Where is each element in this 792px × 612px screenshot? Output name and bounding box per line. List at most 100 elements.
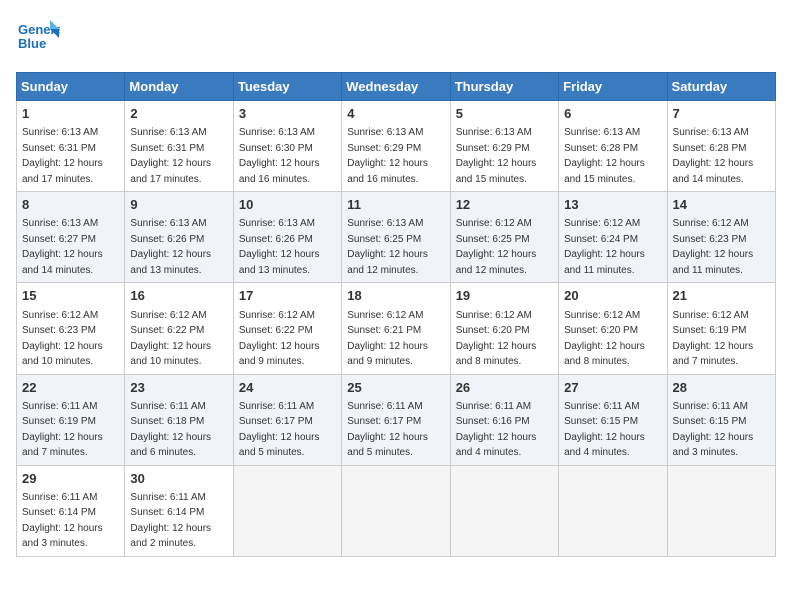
day-info: Sunrise: 6:11 AMSunset: 6:15 PMDaylight:… [673, 401, 754, 459]
col-header-monday: Monday [125, 73, 233, 101]
day-info: Sunrise: 6:13 AMSunset: 6:31 PMDaylight:… [130, 127, 211, 185]
calendar-table: SundayMondayTuesdayWednesdayThursdayFrid… [16, 72, 776, 557]
day-number: 6 [564, 105, 661, 123]
day-info: Sunrise: 6:13 AMSunset: 6:29 PMDaylight:… [347, 127, 428, 185]
day-number: 5 [456, 105, 553, 123]
col-header-sunday: Sunday [17, 73, 125, 101]
calendar-week-4: 29 Sunrise: 6:11 AMSunset: 6:14 PMDaylig… [17, 465, 776, 556]
day-number: 1 [22, 105, 119, 123]
calendar-cell: 14 Sunrise: 6:12 AMSunset: 6:23 PMDaylig… [667, 192, 775, 283]
calendar-cell: 12 Sunrise: 6:12 AMSunset: 6:25 PMDaylig… [450, 192, 558, 283]
day-info: Sunrise: 6:13 AMSunset: 6:31 PMDaylight:… [22, 127, 103, 185]
day-number: 28 [673, 379, 770, 397]
day-number: 12 [456, 196, 553, 214]
calendar-cell [233, 465, 341, 556]
day-info: Sunrise: 6:13 AMSunset: 6:26 PMDaylight:… [130, 218, 211, 276]
day-number: 20 [564, 287, 661, 305]
logo-svg: General Blue [16, 16, 60, 60]
day-info: Sunrise: 6:12 AMSunset: 6:20 PMDaylight:… [564, 310, 645, 368]
day-number: 8 [22, 196, 119, 214]
svg-text:Blue: Blue [18, 36, 46, 51]
day-number: 24 [239, 379, 336, 397]
day-info: Sunrise: 6:11 AMSunset: 6:16 PMDaylight:… [456, 401, 537, 459]
calendar-cell: 20 Sunrise: 6:12 AMSunset: 6:20 PMDaylig… [559, 283, 667, 374]
day-info: Sunrise: 6:12 AMSunset: 6:25 PMDaylight:… [456, 218, 537, 276]
calendar-cell: 15 Sunrise: 6:12 AMSunset: 6:23 PMDaylig… [17, 283, 125, 374]
calendar-cell: 16 Sunrise: 6:12 AMSunset: 6:22 PMDaylig… [125, 283, 233, 374]
day-info: Sunrise: 6:11 AMSunset: 6:18 PMDaylight:… [130, 401, 211, 459]
day-number: 16 [130, 287, 227, 305]
day-number: 13 [564, 196, 661, 214]
calendar-week-3: 22 Sunrise: 6:11 AMSunset: 6:19 PMDaylig… [17, 374, 776, 465]
col-header-wednesday: Wednesday [342, 73, 450, 101]
day-number: 2 [130, 105, 227, 123]
day-number: 4 [347, 105, 444, 123]
calendar-cell: 11 Sunrise: 6:13 AMSunset: 6:25 PMDaylig… [342, 192, 450, 283]
day-number: 30 [130, 470, 227, 488]
calendar-cell: 18 Sunrise: 6:12 AMSunset: 6:21 PMDaylig… [342, 283, 450, 374]
calendar-header-row: SundayMondayTuesdayWednesdayThursdayFrid… [17, 73, 776, 101]
day-info: Sunrise: 6:11 AMSunset: 6:14 PMDaylight:… [130, 492, 211, 550]
calendar-cell: 24 Sunrise: 6:11 AMSunset: 6:17 PMDaylig… [233, 374, 341, 465]
day-info: Sunrise: 6:12 AMSunset: 6:23 PMDaylight:… [673, 218, 754, 276]
day-number: 25 [347, 379, 444, 397]
day-info: Sunrise: 6:11 AMSunset: 6:14 PMDaylight:… [22, 492, 103, 550]
day-number: 26 [456, 379, 553, 397]
calendar-cell: 30 Sunrise: 6:11 AMSunset: 6:14 PMDaylig… [125, 465, 233, 556]
day-info: Sunrise: 6:13 AMSunset: 6:30 PMDaylight:… [239, 127, 320, 185]
calendar-cell: 23 Sunrise: 6:11 AMSunset: 6:18 PMDaylig… [125, 374, 233, 465]
day-number: 23 [130, 379, 227, 397]
day-info: Sunrise: 6:13 AMSunset: 6:27 PMDaylight:… [22, 218, 103, 276]
day-number: 15 [22, 287, 119, 305]
calendar-cell: 7 Sunrise: 6:13 AMSunset: 6:28 PMDayligh… [667, 101, 775, 192]
calendar-cell: 8 Sunrise: 6:13 AMSunset: 6:27 PMDayligh… [17, 192, 125, 283]
calendar-cell: 10 Sunrise: 6:13 AMSunset: 6:26 PMDaylig… [233, 192, 341, 283]
calendar-cell: 29 Sunrise: 6:11 AMSunset: 6:14 PMDaylig… [17, 465, 125, 556]
day-info: Sunrise: 6:11 AMSunset: 6:17 PMDaylight:… [347, 401, 428, 459]
day-info: Sunrise: 6:13 AMSunset: 6:29 PMDaylight:… [456, 127, 537, 185]
day-info: Sunrise: 6:12 AMSunset: 6:22 PMDaylight:… [130, 310, 211, 368]
calendar-cell: 25 Sunrise: 6:11 AMSunset: 6:17 PMDaylig… [342, 374, 450, 465]
day-info: Sunrise: 6:12 AMSunset: 6:24 PMDaylight:… [564, 218, 645, 276]
calendar-week-1: 8 Sunrise: 6:13 AMSunset: 6:27 PMDayligh… [17, 192, 776, 283]
day-info: Sunrise: 6:12 AMSunset: 6:21 PMDaylight:… [347, 310, 428, 368]
col-header-thursday: Thursday [450, 73, 558, 101]
day-info: Sunrise: 6:13 AMSunset: 6:28 PMDaylight:… [673, 127, 754, 185]
calendar-cell: 26 Sunrise: 6:11 AMSunset: 6:16 PMDaylig… [450, 374, 558, 465]
calendar-cell [667, 465, 775, 556]
calendar-cell: 6 Sunrise: 6:13 AMSunset: 6:28 PMDayligh… [559, 101, 667, 192]
calendar-cell: 13 Sunrise: 6:12 AMSunset: 6:24 PMDaylig… [559, 192, 667, 283]
calendar-cell: 5 Sunrise: 6:13 AMSunset: 6:29 PMDayligh… [450, 101, 558, 192]
day-number: 10 [239, 196, 336, 214]
day-info: Sunrise: 6:12 AMSunset: 6:19 PMDaylight:… [673, 310, 754, 368]
day-info: Sunrise: 6:11 AMSunset: 6:15 PMDaylight:… [564, 401, 645, 459]
day-info: Sunrise: 6:13 AMSunset: 6:25 PMDaylight:… [347, 218, 428, 276]
col-header-saturday: Saturday [667, 73, 775, 101]
calendar-week-2: 15 Sunrise: 6:12 AMSunset: 6:23 PMDaylig… [17, 283, 776, 374]
col-header-friday: Friday [559, 73, 667, 101]
calendar-cell [342, 465, 450, 556]
calendar-cell: 21 Sunrise: 6:12 AMSunset: 6:19 PMDaylig… [667, 283, 775, 374]
col-header-tuesday: Tuesday [233, 73, 341, 101]
day-number: 3 [239, 105, 336, 123]
day-number: 27 [564, 379, 661, 397]
day-info: Sunrise: 6:11 AMSunset: 6:17 PMDaylight:… [239, 401, 320, 459]
day-number: 11 [347, 196, 444, 214]
calendar-cell [450, 465, 558, 556]
calendar-cell: 3 Sunrise: 6:13 AMSunset: 6:30 PMDayligh… [233, 101, 341, 192]
calendar-cell [559, 465, 667, 556]
day-info: Sunrise: 6:13 AMSunset: 6:26 PMDaylight:… [239, 218, 320, 276]
calendar-cell: 9 Sunrise: 6:13 AMSunset: 6:26 PMDayligh… [125, 192, 233, 283]
calendar-cell: 4 Sunrise: 6:13 AMSunset: 6:29 PMDayligh… [342, 101, 450, 192]
day-number: 17 [239, 287, 336, 305]
calendar-cell: 19 Sunrise: 6:12 AMSunset: 6:20 PMDaylig… [450, 283, 558, 374]
calendar-cell: 22 Sunrise: 6:11 AMSunset: 6:19 PMDaylig… [17, 374, 125, 465]
calendar-cell: 17 Sunrise: 6:12 AMSunset: 6:22 PMDaylig… [233, 283, 341, 374]
day-number: 18 [347, 287, 444, 305]
day-number: 7 [673, 105, 770, 123]
logo: General Blue [16, 16, 60, 60]
page-header: General Blue [16, 16, 776, 60]
day-number: 9 [130, 196, 227, 214]
day-number: 22 [22, 379, 119, 397]
calendar-week-0: 1 Sunrise: 6:13 AMSunset: 6:31 PMDayligh… [17, 101, 776, 192]
